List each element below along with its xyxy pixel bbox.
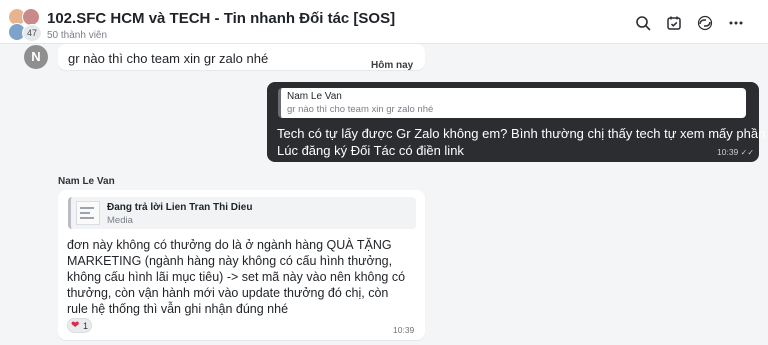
group-avatar[interactable]: 47 [8,8,42,42]
search-icon[interactable] [633,13,653,33]
date-separator: Hôm nay [371,60,414,71]
sender-name[interactable]: Nam Le Van [58,176,115,187]
quote-author: Đang trả lời Lien Tran Thi Dieu [107,202,253,213]
calendar-check-icon[interactable] [664,13,684,33]
quote-text: gr nào thì cho team xin gr zalo nhé [287,104,434,115]
more-icon[interactable] [726,13,746,33]
time-text: 10:39 [717,147,739,157]
sender-avatar[interactable]: N [24,45,48,69]
chat-title[interactable]: 102.SFC HCM và TECH - Tin nhanh Đối tác … [47,10,395,27]
reaction-count: 1 [83,321,89,331]
quote-author: Nam Le Van [287,91,342,102]
message-line: Tech có tự lấy được Gr Zalo không em? Bì… [277,126,768,141]
reply-quote[interactable]: Đang trả lời Lien Tran Thi Dieu Media [68,197,416,229]
double-check-icon: ✓✓ [740,148,755,157]
chat-header: 47 102.SFC HCM và TECH - Tin nhanh Đối t… [0,0,768,44]
reply-quote[interactable]: Nam Le Van gr nào thì cho team xin gr za… [278,88,746,118]
quote-text: Media [107,215,133,226]
message-text: gr nào thì cho team xin gr zalo nhé [68,51,269,66]
message-line: Lúc đăng ký Đối Tác có điền link [277,143,464,158]
message-time: 10:39 ✓✓ [717,147,754,157]
message-text: Tech có tự lấy được Gr Zalo không em? Bì… [277,125,768,159]
message-time: 10:39 [393,325,415,335]
member-overflow-count: 47 [22,24,42,42]
media-thumbnail-icon [76,201,100,225]
thread-icon[interactable] [695,13,715,33]
message-text: đơn này không có thưởng do là ở ngành hà… [67,238,406,316]
heart-icon: ❤ [71,320,80,331]
reaction-badge[interactable]: ❤ 1 [67,318,92,333]
member-count[interactable]: 50 thành viên [47,30,107,41]
